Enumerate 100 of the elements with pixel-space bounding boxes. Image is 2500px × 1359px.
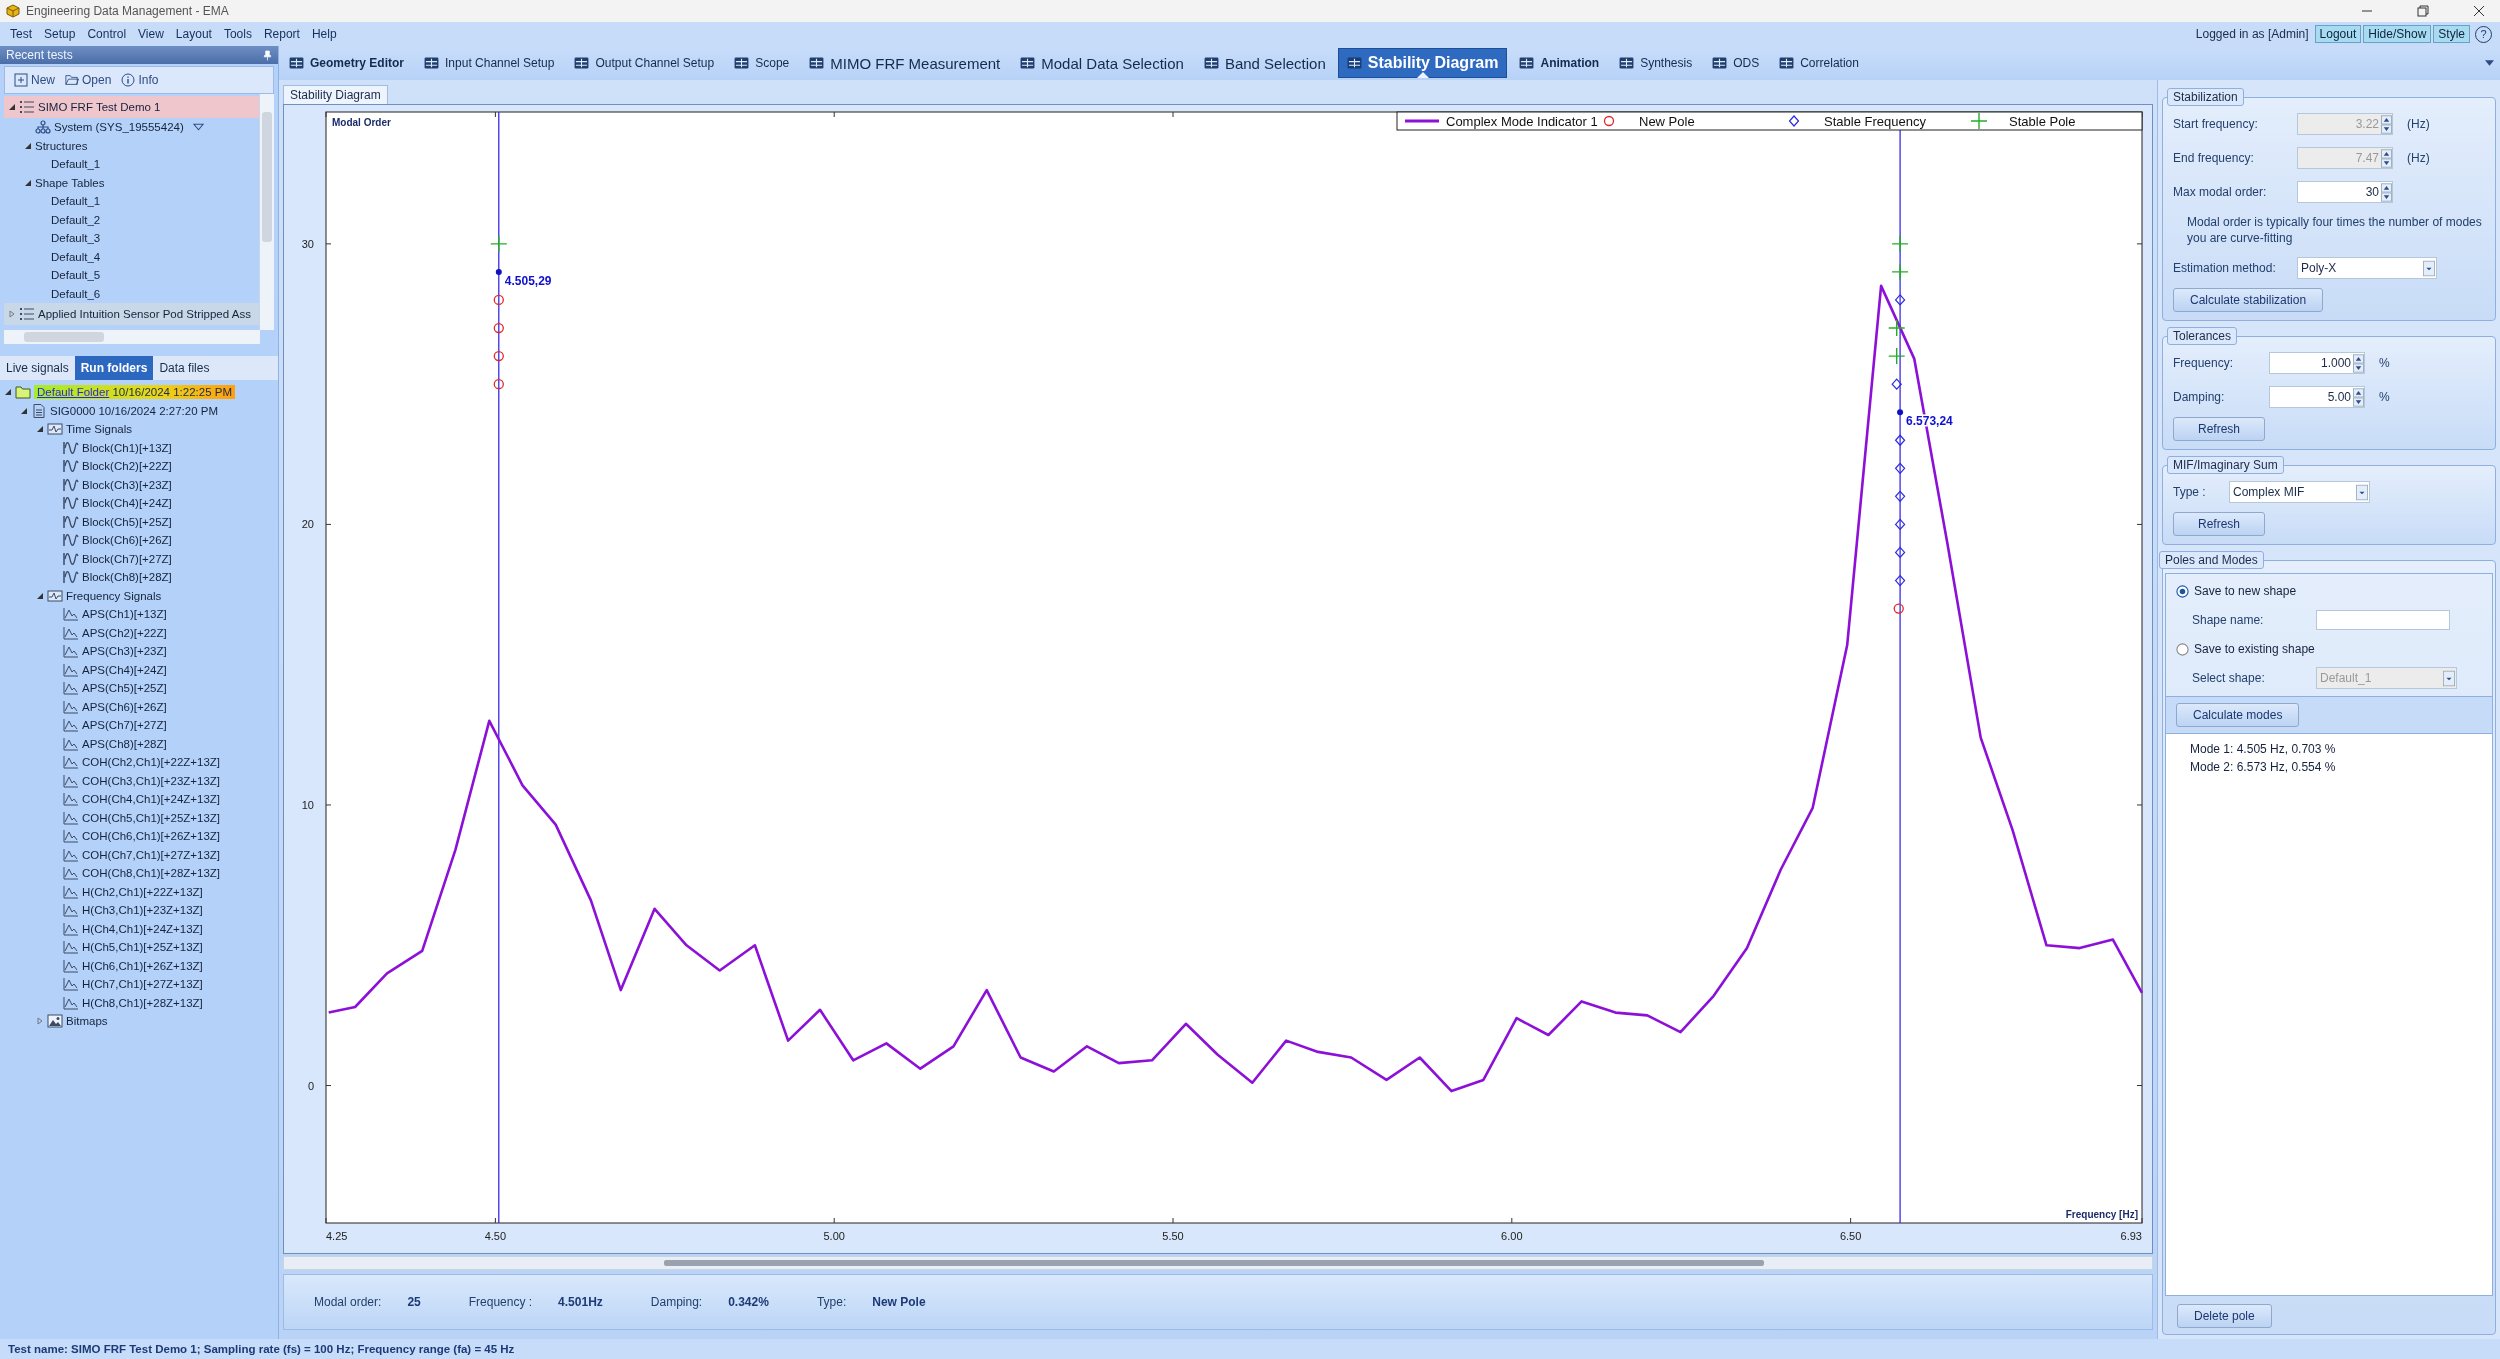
toolbar-button[interactable]: Open	[62, 73, 115, 87]
tree-item[interactable]: Default_5	[51, 269, 101, 282]
spinner-icon[interactable]	[2353, 387, 2364, 407]
menu-item[interactable]: Layout	[169, 27, 218, 41]
radio-option[interactable]: Save to new shape	[2176, 580, 2482, 602]
tree-item[interactable]: APS(Ch5)[+25Z]	[82, 682, 167, 695]
overflow-caret-icon[interactable]	[2485, 60, 2494, 66]
expander-icon[interactable]	[20, 406, 28, 415]
folder-item[interactable]: Default Folder 10/16/2024 1:22:25 PM	[34, 385, 235, 400]
tree-item[interactable]: COH(Ch4,Ch1)[+24Z+13Z]	[82, 793, 221, 806]
menu-item[interactable]: Control	[81, 27, 133, 41]
tree-item[interactable]: COH(Ch5,Ch1)[+25Z+13Z]	[82, 811, 221, 824]
radio-button[interactable]	[2176, 642, 2189, 656]
tree-item[interactable]: Shape Tables	[35, 176, 105, 189]
tree-item[interactable]: COH(Ch8,Ch1)[+28Z+13Z]	[82, 867, 221, 880]
expander-icon[interactable]	[4, 388, 12, 397]
tree-item[interactable]: H(Ch2,Ch1)[+22Z+13Z]	[82, 885, 203, 898]
close-icon[interactable]	[2472, 4, 2486, 18]
module-tab[interactable]: Synthesis	[1611, 48, 1701, 78]
tree-item[interactable]: APS(Ch7)[+27Z]	[82, 719, 167, 732]
tree-item[interactable]: H(Ch8,Ch1)[+28Z+13Z]	[82, 996, 203, 1009]
tree-item[interactable]: APS(Ch8)[+28Z]	[82, 737, 167, 750]
toolbar-button[interactable]: Logout	[2314, 25, 2362, 43]
tree-item[interactable]: APS(Ch6)[+26Z]	[82, 700, 167, 713]
tree-item[interactable]: COH(Ch2,Ch1)[+22Z+13Z]	[82, 756, 221, 769]
tree-item[interactable]: APS(Ch4)[+24Z]	[82, 663, 167, 676]
tree-item[interactable]: Block(Ch3)[+23Z]	[82, 478, 172, 491]
view-tab[interactable]: Stability Diagram	[283, 85, 388, 104]
dropdown-field[interactable]: Poly-X	[2297, 257, 2437, 279]
module-tab[interactable]: Output Channel Setup	[566, 48, 723, 78]
delete-button[interactable]: Delete pole	[2177, 1304, 2272, 1328]
menu-item[interactable]: Test	[4, 27, 38, 41]
module-tab[interactable]: Animation	[1511, 48, 1608, 78]
expander-icon[interactable]	[8, 103, 16, 111]
number-field[interactable]: 5.00	[2269, 386, 2365, 408]
tree-item[interactable]: Block(Ch7)[+27Z]	[82, 552, 172, 565]
tree-item[interactable]: Bitmaps	[66, 1015, 108, 1028]
expander-icon[interactable]	[24, 141, 32, 150]
tree-item[interactable]: Block(Ch2)[+22Z]	[82, 460, 172, 473]
tree-item[interactable]: SIMO FRF Test Demo 1	[38, 101, 161, 113]
panel-tab[interactable]: Run folders	[74, 356, 154, 380]
tree-item[interactable]: COH(Ch3,Ch1)[+23Z+13Z]	[82, 774, 221, 787]
restore-icon[interactable]	[2416, 4, 2430, 18]
module-tab[interactable]: Stability Diagram	[1337, 48, 1508, 78]
module-tab[interactable]: Input Channel Setup	[416, 48, 563, 78]
number-field[interactable]: 30	[2297, 181, 2393, 203]
pin-icon[interactable]	[263, 49, 272, 61]
tree-item[interactable]: Default_4	[51, 250, 101, 263]
tree-item[interactable]: Time Signals	[66, 423, 133, 436]
spinner-icon[interactable]	[2353, 353, 2364, 373]
module-tab[interactable]: Scope	[726, 48, 798, 78]
tree-item[interactable]: H(Ch5,Ch1)[+25Z+13Z]	[82, 941, 203, 954]
radio-button[interactable]	[2176, 584, 2189, 598]
menu-item[interactable]: View	[132, 27, 170, 41]
tree-item[interactable]: Default_2	[51, 213, 101, 226]
toolbar-button[interactable]: Style	[2433, 25, 2470, 43]
module-tab[interactable]: ODS	[1704, 48, 1768, 78]
expander-icon[interactable]	[36, 591, 44, 600]
module-tab[interactable]: MIMO FRF Measurement	[801, 48, 1009, 78]
horizontal-scrollbar[interactable]	[283, 1256, 2153, 1270]
tree-item[interactable]: H(Ch7,Ch1)[+27Z+13Z]	[82, 978, 203, 991]
tree-item[interactable]: System (SYS_19555424)	[54, 121, 184, 134]
toolbar-button[interactable]: Info	[118, 73, 162, 87]
expander-icon[interactable]	[24, 178, 32, 187]
tree-item[interactable]: APS(Ch3)[+23Z]	[82, 645, 167, 658]
tree-item[interactable]: Default_3	[51, 232, 101, 245]
menu-item[interactable]: Setup	[38, 27, 82, 41]
tree-item[interactable]: Default_1	[51, 158, 101, 171]
tree-item[interactable]: Block(Ch1)[+13Z]	[82, 441, 172, 454]
tree-item[interactable]: Applied Intuition Sensor Pod Stripped Ass	[38, 308, 251, 320]
tree-item[interactable]: H(Ch4,Ch1)[+24Z+13Z]	[82, 922, 203, 935]
menu-item[interactable]: Tools	[217, 27, 258, 41]
test-row[interactable]: SIMO FRF Test Demo 1	[4, 96, 259, 118]
list-item[interactable]: Mode 1: 4.505 Hz, 0.703 %	[2176, 740, 2482, 758]
tree-item[interactable]: Block(Ch5)[+25Z]	[82, 515, 172, 528]
refresh-button[interactable]: Refresh	[2173, 512, 2266, 536]
tree-item[interactable]: COH(Ch6,Ch1)[+26Z+13Z]	[82, 830, 221, 843]
toolbar-button[interactable]: Hide/Show	[2363, 25, 2432, 43]
tree-item[interactable]: SIG0000	[50, 404, 96, 417]
dropdown-field[interactable]: Complex MIF	[2229, 481, 2370, 503]
text-field[interactable]	[2316, 610, 2450, 630]
tree-item[interactable]: APS(Ch1)[+13Z]	[82, 608, 167, 621]
menu-item[interactable]: Report	[257, 27, 306, 41]
module-tab[interactable]: Correlation	[1771, 48, 1867, 78]
dropdown-icon[interactable]	[192, 123, 204, 132]
vertical-scrollbar[interactable]	[259, 94, 274, 330]
cursor-line[interactable]	[498, 111, 500, 1224]
panel-tab[interactable]: Data files	[153, 356, 216, 380]
spinner-icon[interactable]	[2381, 182, 2392, 202]
tree-item[interactable]: H(Ch6,Ch1)[+26Z+13Z]	[82, 959, 203, 972]
toolbar-button[interactable]: New	[11, 73, 58, 87]
tree-item[interactable]: Structures	[35, 139, 88, 152]
refresh-button[interactable]: Refresh	[2173, 417, 2266, 441]
list-item[interactable]: Mode 2: 6.573 Hz, 0.554 %	[2176, 758, 2482, 776]
calculate-button[interactable]: Calculate modes	[2176, 703, 2300, 727]
tree-item[interactable]: Block(Ch6)[+26Z]	[82, 534, 172, 547]
horizontal-scrollbar[interactable]	[4, 330, 260, 344]
calculate-button[interactable]: Calculate stabilization	[2173, 288, 2324, 312]
radio-option[interactable]: Save to existing shape	[2176, 638, 2482, 660]
module-tab[interactable]: Band Selection	[1195, 48, 1334, 78]
